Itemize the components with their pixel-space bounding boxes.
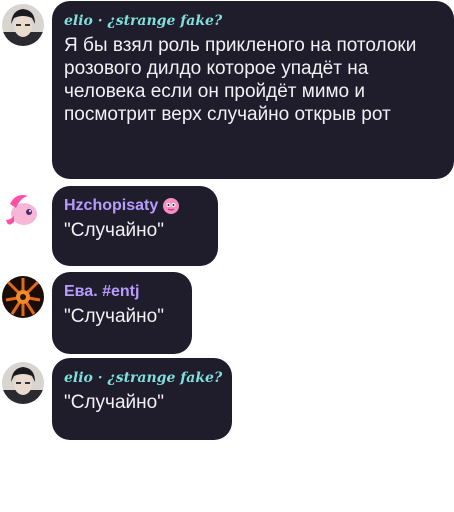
message-text: "Случайно" [64,392,164,413]
author-name-text: Hzchopisaty [64,197,159,214]
message-bubble[interactable]: elio · ¿strange fake? "Случайно" [52,358,232,440]
author-name[interactable]: elio · ¿strange fake? [64,10,442,32]
chat-message: Ева. #entj "Случайно" [0,270,454,356]
avatar[interactable] [2,276,44,318]
message-bubble[interactable]: Hzchopisaty "Случайно" [52,186,218,266]
author-name[interactable]: Hzchopisaty [64,195,206,217]
author-name[interactable]: elio · ¿strange fake? [64,367,222,389]
chat-message: elio · ¿strange fake? Я бы взял роль при… [0,0,454,182]
chat-message: Hzchopisaty "Случайно" [0,184,454,268]
avatar[interactable] [2,4,44,46]
author-name[interactable]: Ева. #entj [64,281,180,303]
message-text: Я бы взял роль прикленого на потолоки ро… [64,35,422,125]
message-text: "Случайно" [64,306,164,327]
message-bubble[interactable]: elio · ¿strange fake? Я бы взял роль при… [52,1,454,179]
pink-creature-badge-icon [162,197,180,215]
avatar[interactable] [2,362,44,404]
chat-message: elio · ¿strange fake? "Случайно" [0,356,454,442]
message-bubble[interactable]: Ева. #entj "Случайно" [52,272,192,354]
avatar[interactable] [2,190,44,232]
message-text: "Случайно" [64,220,164,241]
